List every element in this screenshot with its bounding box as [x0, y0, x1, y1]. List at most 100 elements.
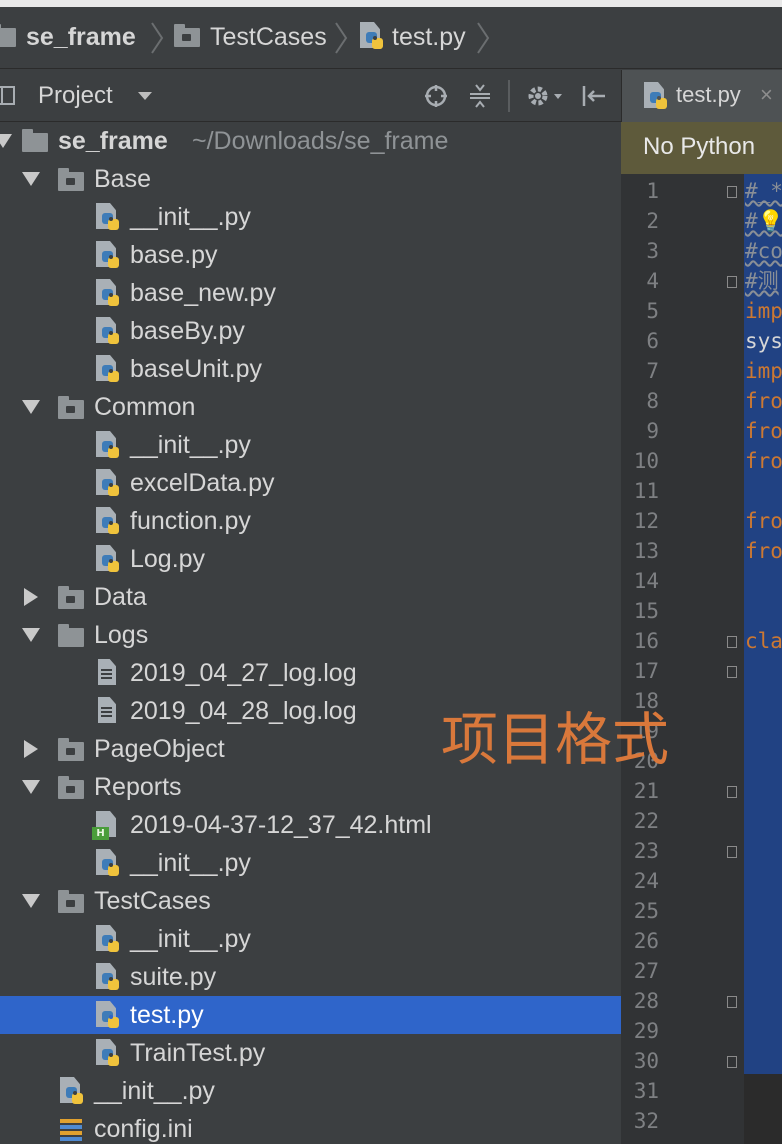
- expand-arrow-icon[interactable]: [22, 400, 40, 414]
- tree-file-baseunit[interactable]: baseUnit.py: [0, 350, 621, 388]
- line-number: 22: [633, 809, 659, 833]
- tree-file-log-0427[interactable]: 2019_04_27_log.log: [0, 654, 621, 692]
- breadcrumb-item-testcases[interactable]: TestCases: [174, 19, 327, 55]
- fold-marker-icon[interactable]: [727, 1056, 737, 1068]
- expand-arrow-icon[interactable]: [22, 780, 40, 794]
- code-line: fro: [745, 419, 782, 443]
- tree-folder-data[interactable]: Data: [0, 578, 621, 616]
- code-line: fro: [745, 389, 782, 413]
- config-file-icon: [58, 1115, 86, 1144]
- gear-icon[interactable]: [524, 82, 564, 110]
- fold-marker-icon[interactable]: [727, 276, 737, 288]
- tree-file-base-py[interactable]: base.py: [0, 236, 621, 274]
- python-file-icon: [94, 849, 122, 879]
- editor-tab-label: test.py: [676, 82, 741, 107]
- close-icon[interactable]: ×: [760, 82, 773, 108]
- tree-item-label: Reports: [94, 773, 182, 801]
- tree-item-label: function.py: [130, 507, 251, 535]
- expand-arrow-icon[interactable]: [22, 628, 40, 642]
- line-number: 8: [646, 389, 659, 413]
- python-file-icon: [94, 545, 122, 575]
- editor-tab-test-py[interactable]: test.py ×: [622, 70, 782, 122]
- toolbar-divider: [508, 80, 510, 112]
- tree-item-label: Base: [94, 165, 151, 193]
- expand-arrow-icon[interactable]: [0, 134, 12, 148]
- fold-marker-icon[interactable]: [727, 846, 737, 858]
- tree-file-common-init[interactable]: __init__.py: [0, 426, 621, 464]
- python-file-icon: [94, 507, 122, 537]
- tree-root-se-frame[interactable]: se_frame ~/Downloads/se_frame: [0, 122, 621, 160]
- tree-file-root-init[interactable]: __init__.py: [0, 1072, 621, 1110]
- tree-folder-testcases[interactable]: TestCases: [0, 882, 621, 920]
- collapse-arrow-icon[interactable]: [24, 588, 38, 606]
- line-number: 23: [633, 839, 659, 863]
- tree-folder-base[interactable]: Base: [0, 160, 621, 198]
- fold-marker-icon[interactable]: [727, 186, 737, 198]
- collapse-icon[interactable]: [467, 83, 493, 109]
- folder-icon: [58, 890, 84, 913]
- code-line: imp: [745, 299, 782, 323]
- code-line: #💡: [745, 209, 782, 233]
- tree-file-testcases-init[interactable]: __init__.py: [0, 920, 621, 958]
- breadcrumb-item-se-frame[interactable]: se_frame: [0, 19, 136, 55]
- breadcrumb-label: test.py: [392, 22, 466, 51]
- python-file-icon: [94, 317, 122, 347]
- tree-item-label: __init__.py: [130, 431, 251, 459]
- tree-folder-common[interactable]: Common: [0, 388, 621, 426]
- tree-item-label: 2019-04-37-12_37_42.html: [130, 811, 432, 839]
- tree-file-report-html[interactable]: H 2019-04-37-12_37_42.html: [0, 806, 621, 844]
- line-number: 27: [633, 959, 659, 983]
- tree-file-log-py[interactable]: Log.py: [0, 540, 621, 578]
- tree-file-config-ini[interactable]: config.ini: [0, 1110, 621, 1144]
- breadcrumb-item-test-py[interactable]: test.py: [358, 19, 466, 55]
- tree-item-label: TrainTest.py: [130, 1039, 266, 1067]
- folder-icon: [58, 586, 84, 609]
- collapse-arrow-icon[interactable]: [24, 740, 38, 758]
- line-number: 25: [633, 899, 659, 923]
- tree-file-base-new[interactable]: base_new.py: [0, 274, 621, 312]
- tree-file-base-init[interactable]: __init__.py: [0, 198, 621, 236]
- fold-marker-icon[interactable]: [727, 996, 737, 1008]
- fold-marker-icon[interactable]: [727, 666, 737, 678]
- tree-item-label: PageObject: [94, 735, 225, 763]
- crosshair-icon[interactable]: [423, 83, 449, 109]
- tree-file-reports-init[interactable]: __init__.py: [0, 844, 621, 882]
- line-number: 15: [633, 599, 659, 623]
- expand-arrow-icon[interactable]: [22, 894, 40, 908]
- python-file-icon: [94, 279, 122, 309]
- line-number: 2: [646, 209, 659, 233]
- line-number: 3: [646, 239, 659, 263]
- tree-folder-logs[interactable]: Logs: [0, 616, 621, 654]
- expand-arrow-icon[interactable]: [22, 172, 40, 186]
- tree-file-baseby[interactable]: baseBy.py: [0, 312, 621, 350]
- chevron-down-icon[interactable]: [138, 92, 152, 100]
- tree-file-traintest[interactable]: TrainTest.py: [0, 1034, 621, 1072]
- tree-file-exceldata[interactable]: excelData.py: [0, 464, 621, 502]
- hide-panel-icon[interactable]: [580, 83, 608, 109]
- tree-item-label: baseBy.py: [130, 317, 245, 345]
- chevron-right-icon: [335, 22, 348, 54]
- folder-icon: [58, 624, 84, 647]
- line-number: 17: [633, 659, 659, 683]
- code-editor[interactable]: #_* #💡 #co #测 imp sys imp fro fro fro fro fro cla: [744, 174, 782, 1074]
- project-panel-title[interactable]: Project: [38, 82, 113, 110]
- chevron-right-icon: [477, 22, 490, 54]
- breadcrumb: se_frame TestCases test.py: [0, 7, 782, 69]
- fold-marker-icon[interactable]: [727, 786, 737, 798]
- code-line: fro: [745, 509, 782, 533]
- line-number: 30: [633, 1049, 659, 1073]
- line-number: 26: [633, 929, 659, 953]
- python-file-icon: [94, 469, 122, 499]
- python-file-icon: [358, 22, 386, 52]
- tree-file-test-selected[interactable]: test.py: [0, 996, 621, 1034]
- tree-file-suite[interactable]: suite.py: [0, 958, 621, 996]
- line-number: 24: [633, 869, 659, 893]
- line-number: 9: [646, 419, 659, 443]
- code-line: #_*: [745, 179, 782, 203]
- code-line: imp: [745, 359, 782, 383]
- fold-marker-icon[interactable]: [727, 636, 737, 648]
- line-number: 5: [646, 299, 659, 323]
- tree-file-function[interactable]: function.py: [0, 502, 621, 540]
- code-editor-empty[interactable]: [744, 1074, 782, 1144]
- project-view-icon: [0, 86, 15, 105]
